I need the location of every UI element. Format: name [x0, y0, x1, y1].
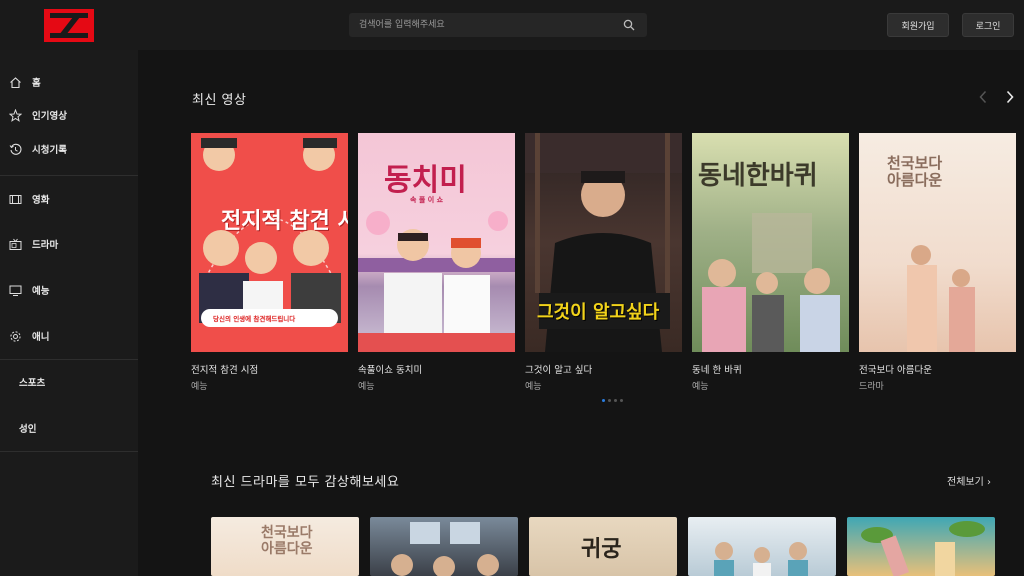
video-card[interactable]: 동치미 속 풀 이 쇼 속풀이쇼 동치미 예능: [358, 133, 515, 392]
sidebar-item-label: 시청기록: [32, 145, 67, 156]
chevron-left-icon[interactable]: [978, 90, 988, 104]
video-title[interactable]: 그것이 알고 싶다: [525, 362, 592, 376]
sidebar-item-sports[interactable]: 스포츠: [0, 369, 138, 395]
video-poster[interactable]: 천국보다 아름다운: [859, 133, 1016, 352]
sidebar: 홈 인기영상 시청기록 영화 드라마 예능 애니 스포츠 성인: [0, 50, 138, 576]
star-icon: [8, 108, 22, 122]
poster-title-text: 동네한바퀴: [698, 161, 818, 191]
video-category: 예능: [525, 382, 542, 392]
sidebar-item-anime[interactable]: 애니: [0, 323, 138, 349]
video-category: 드라마: [859, 382, 884, 392]
sidebar-divider: [0, 451, 138, 452]
sidebar-item-variety[interactable]: 예능: [0, 277, 138, 303]
gear-icon: [8, 329, 22, 343]
poster-title-text: 그것이 알고싶다: [537, 302, 660, 323]
sidebar-item-home[interactable]: 홈: [0, 69, 138, 95]
video-title[interactable]: 전지적 참견 시점: [191, 362, 258, 376]
sidebar-item-label: 홈: [32, 78, 41, 89]
video-category: 예능: [358, 382, 375, 392]
sidebar-item-history[interactable]: 시청기록: [0, 136, 138, 162]
thumb-title-text: 천국보다 아름다운: [261, 525, 313, 557]
thumb-title-text: 귀궁: [581, 537, 622, 562]
pagination-dot[interactable]: [602, 399, 605, 402]
pagination-dot[interactable]: [620, 399, 623, 402]
video-card[interactable]: 천국보다 아름다운 전국보다 아름다운 드라마: [859, 133, 1016, 392]
search-bar: [349, 13, 647, 37]
poster-caption-text: 당신의 인생에 참견해드립니다: [213, 315, 296, 323]
poster-title-text: 동치미: [384, 163, 467, 198]
drama-thumbnail[interactable]: [370, 517, 518, 576]
video-poster[interactable]: 동네한바퀴: [692, 133, 849, 352]
sidebar-item-label: 영화: [32, 195, 50, 206]
thumb-art: [861, 521, 985, 576]
top-header: 회원가입 로그인: [0, 0, 1024, 50]
video-title[interactable]: 전국보다 아름다운: [859, 362, 932, 376]
search-input[interactable]: [359, 13, 609, 37]
video-card[interactable]: 전지적 참견 시점 당신의 인생에 참견해드립니다 전지적 참견 시점 예능: [191, 133, 348, 392]
drama-thumbnail[interactable]: [847, 517, 995, 576]
carousel-pagination: [602, 399, 623, 402]
video-category: 예능: [191, 382, 208, 392]
sidebar-item-adult[interactable]: 성인: [0, 415, 138, 441]
latest-section-title: 최신 영상: [192, 93, 247, 108]
sidebar-item-drama[interactable]: 드라마: [0, 231, 138, 257]
video-poster[interactable]: 전지적 참견 시점 당신의 인생에 참견해드립니다: [191, 133, 348, 352]
poster-title-text: 천국보다 아름다운: [887, 154, 943, 189]
video-poster[interactable]: 그것이 알고싶다: [525, 133, 682, 352]
video-card[interactable]: 동네한바퀴 동네 한 바퀴 예능: [692, 133, 849, 392]
brand-logo[interactable]: [44, 9, 94, 42]
sidebar-item-label: 애니: [32, 332, 50, 343]
thumb-art: [714, 542, 808, 576]
sidebar-divider: [0, 359, 138, 360]
history-icon: [8, 142, 22, 156]
pagination-dot[interactable]: [614, 399, 617, 402]
pagination-dot[interactable]: [608, 399, 611, 402]
sidebar-item-label: 스포츠: [19, 378, 46, 389]
thumb-art: [391, 522, 499, 576]
search-icon[interactable]: [623, 19, 635, 31]
home-icon: [8, 75, 22, 89]
video-title[interactable]: 속풀이쇼 동치미: [358, 362, 422, 376]
poster-sub-text: 속 풀 이 쇼: [410, 196, 444, 204]
video-card[interactable]: 그것이 알고싶다 그것이 알고 싶다 예능: [525, 133, 682, 392]
sidebar-item-label: 드라마: [32, 240, 59, 251]
chevron-right-icon[interactable]: [1005, 90, 1015, 104]
signup-button[interactable]: 회원가입: [887, 13, 949, 37]
sidebar-item-label: 인기영상: [32, 111, 67, 122]
see-all-link[interactable]: 전체보기 ›: [947, 473, 991, 488]
monitor-icon: [8, 283, 22, 297]
sidebar-item-label: 성인: [19, 424, 37, 435]
drama-thumbnail[interactable]: 천국보다 아름다운: [211, 517, 359, 576]
sidebar-item-label: 예능: [32, 286, 50, 297]
poster-title-text: 전지적 참견 시점: [221, 209, 348, 234]
video-category: 예능: [692, 382, 709, 392]
film-icon: [8, 192, 22, 206]
sidebar-divider: [0, 175, 138, 176]
sidebar-item-popular[interactable]: 인기영상: [0, 102, 138, 128]
drama-thumbnail[interactable]: [688, 517, 836, 576]
drama-section-title: 최신 드라마를 모두 감상해보세요: [211, 475, 400, 490]
video-title[interactable]: 동네 한 바퀴: [692, 362, 742, 376]
drama-thumbnail[interactable]: 귀궁: [529, 517, 677, 576]
sidebar-item-movies[interactable]: 영화: [0, 186, 138, 212]
video-poster[interactable]: 동치미 속 풀 이 쇼: [358, 133, 515, 352]
login-button[interactable]: 로그인: [962, 13, 1014, 37]
tv-icon: [8, 237, 22, 251]
